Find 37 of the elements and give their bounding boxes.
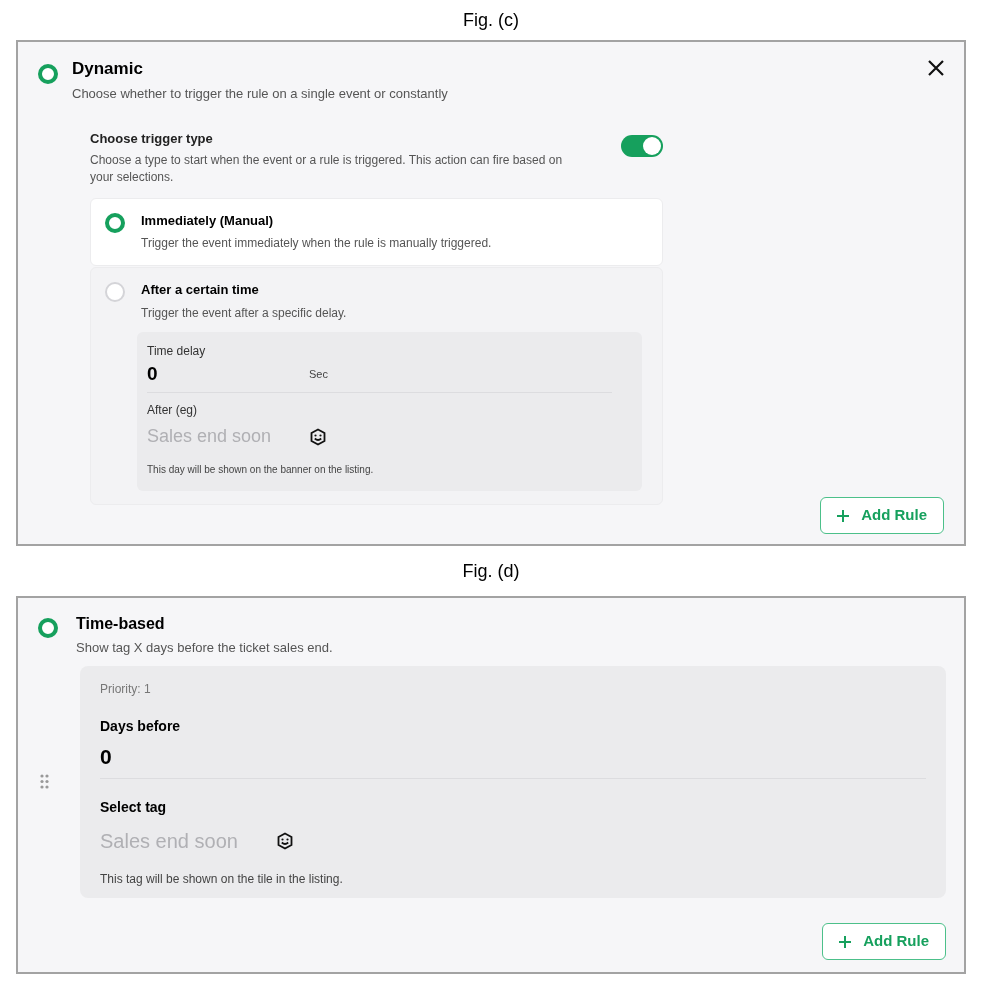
toggle-switch[interactable] (621, 135, 663, 157)
trigger-label: Choose trigger type (90, 130, 214, 148)
option-title: After a certain time (141, 281, 260, 299)
option-card[interactable]: Immediately (Manual) Trigger the event immediately when the rule is manually triggered. (90, 197, 663, 266)
field-label: After (eg) (147, 402, 198, 419)
panel-title: Dynamic (72, 58, 144, 80)
field-label: Time delay (147, 342, 207, 360)
priority-label: Priority: 1 (100, 680, 152, 698)
unit-label: Sec (309, 366, 328, 382)
radio-unselected[interactable] (105, 282, 125, 302)
close-icon[interactable] (928, 60, 944, 76)
tag-input[interactable]: Sales end soon (147, 423, 297, 450)
option-title: Immediately (Manual) (141, 211, 275, 230)
days-input[interactable]: 0 (100, 740, 300, 772)
option-description: Trigger the event immediately when the rule is manually triggered. (141, 235, 493, 252)
panel-title: Time-based (76, 614, 166, 634)
field-label: Select tag (100, 798, 168, 817)
plus-icon (837, 509, 850, 522)
plus-icon (839, 935, 852, 948)
panel-subtitle: Show tag X days before the ticket sales end. (76, 639, 333, 657)
option-card[interactable]: After a certain time Trigger the event after a specific delay. Time delay 0 Sec After (eg) Sales end soon This day will be shown on the banner on the listing. (90, 267, 663, 505)
radio-selected[interactable] (38, 64, 58, 84)
figure-caption: Fig. (c) (463, 8, 519, 32)
field-hint: This day will be shown on the banner on the listing. (147, 463, 375, 477)
figure-caption: Fig. (d) (462, 559, 520, 583)
smiley-icon[interactable] (276, 832, 294, 850)
radio-selected[interactable] (38, 618, 58, 638)
smiley-icon[interactable] (309, 427, 327, 446)
drag-handle-icon[interactable] (40, 774, 49, 789)
delay-input[interactable]: 0 (147, 359, 297, 388)
trigger-description: Choose a type to start when the event or a rule is triggered. This action can fire based on your selections. (90, 151, 564, 186)
field-label: Days before (100, 716, 182, 736)
panel-subtitle: Choose whether to trigger the rule on a single event or constantly (72, 84, 448, 103)
tag-input[interactable]: Sales end soon (100, 826, 262, 856)
field-hint: This tag will be shown on the tile in the listing. (100, 871, 344, 888)
option-description: Trigger the event after a specific delay. (141, 304, 348, 322)
radio-selected[interactable] (105, 212, 125, 233)
